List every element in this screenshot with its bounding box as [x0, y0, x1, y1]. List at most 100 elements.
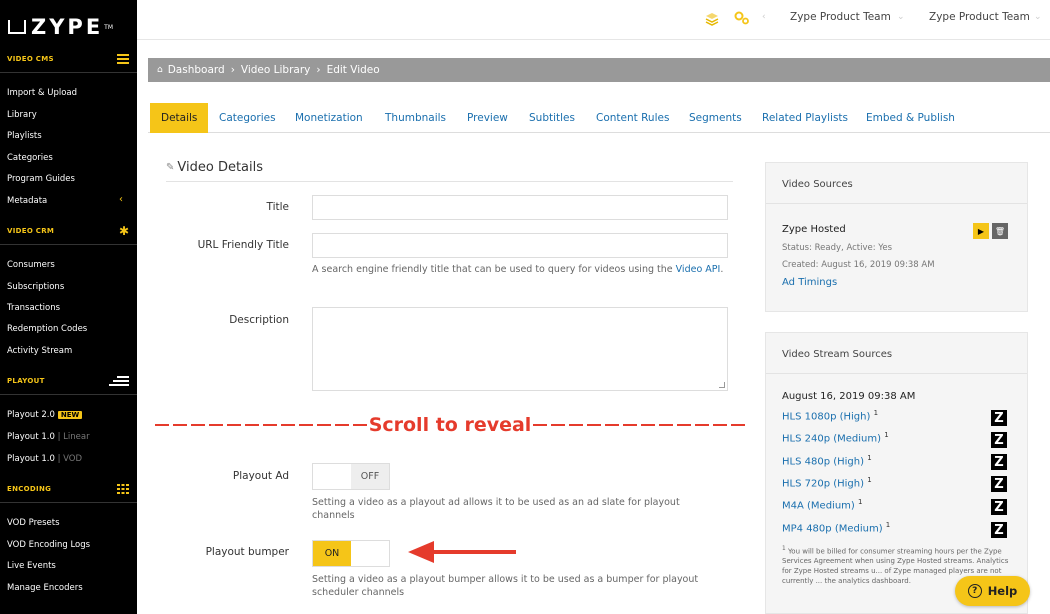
stream-link-label: HLS 480p (High)	[782, 456, 865, 468]
sidebar-item-vod-encoding-logs[interactable]: VOD Encoding Logs	[7, 540, 90, 550]
sidebar-item-import-upload[interactable]: Import & Upload	[7, 88, 77, 98]
user-menu[interactable]: Zype Product Team	[929, 11, 1030, 23]
help-button[interactable]: ? Help	[955, 576, 1030, 606]
section-video-crm[interactable]: VIDEO CRM ✱	[0, 220, 137, 242]
stream-link-mp4-480p[interactable]: MP4 480p (Medium) 1	[782, 521, 890, 534]
red-arrow-annotation-icon	[408, 541, 516, 563]
team-switcher[interactable]: Zype Product Team	[790, 11, 891, 23]
playout-ad-help: Setting a video as a playout ad allows i…	[312, 497, 680, 521]
hamburger-icon[interactable]	[117, 54, 129, 64]
zype-z-icon: Z	[991, 476, 1007, 492]
footnote-mark: 1	[867, 454, 872, 462]
breadcrumb-video-library[interactable]: Video Library	[241, 64, 310, 76]
sidebar-item-playout-1-linear[interactable]: Playout 1.0 | Linear	[7, 432, 90, 442]
stream-link-hls-1080p[interactable]: HLS 1080p (High) 1	[782, 409, 878, 422]
playout-lines-icon	[109, 376, 129, 386]
tab-embed-publish[interactable]: Embed & Publish	[855, 103, 966, 133]
stream-link-label: M4A (Medium)	[782, 500, 855, 512]
sidebar-item-transactions[interactable]: Transactions	[7, 303, 60, 313]
sidebar-item-label: Playout 1.0	[7, 432, 55, 442]
footnote-mark: 1	[884, 431, 889, 439]
dashed-line	[155, 424, 367, 426]
breadcrumb-edit-video: Edit Video	[326, 64, 380, 76]
stream-link-hls-720p[interactable]: HLS 720p (High) 1	[782, 476, 872, 489]
zype-z-icon: Z	[991, 454, 1007, 470]
section-video-cms[interactable]: VIDEO CMS	[0, 48, 137, 70]
play-button[interactable]: ▶	[973, 223, 989, 239]
tab-subtitles[interactable]: Subtitles	[518, 103, 586, 133]
sidebar-item-vod-presets[interactable]: VOD Presets	[7, 518, 60, 528]
video-api-link[interactable]: Video API	[676, 264, 721, 275]
sidebar-item-live-events[interactable]: Live Events	[7, 561, 56, 571]
footnote-mark: 1	[885, 521, 891, 529]
delete-button[interactable]: 🗑	[992, 223, 1008, 239]
sidebar: ZYPE TM VIDEO CMS Import & Upload Librar…	[0, 0, 137, 614]
tab-thumbnails[interactable]: Thumbnails	[374, 103, 457, 133]
stream-link-hls-240p[interactable]: HLS 240p (Medium) 1	[782, 431, 889, 444]
video-stream-sources-panel: Video Stream Sources August 16, 2019 09:…	[765, 332, 1028, 614]
chevron-left-icon[interactable]: ‹	[119, 194, 123, 205]
playout-bumper-toggle[interactable]: ON	[312, 540, 390, 567]
description-label: Description	[229, 314, 289, 326]
sidebar-item-redemption-codes[interactable]: Redemption Codes	[7, 324, 87, 334]
sidebar-item-subscriptions[interactable]: Subscriptions	[7, 282, 64, 292]
tab-details[interactable]: Details	[150, 103, 209, 133]
ad-timings-link[interactable]: Ad Timings	[782, 277, 837, 288]
asterisk-icon: ✱	[118, 224, 129, 238]
chevron-down-icon[interactable]: ‹	[762, 12, 766, 22]
section-encoding[interactable]: ENCODING	[0, 478, 137, 500]
tab-monetization[interactable]: Monetization	[284, 103, 374, 133]
section-divider	[166, 181, 733, 182]
resize-grip-icon[interactable]	[719, 382, 725, 388]
sidebar-item-suffix: | Linear	[57, 432, 90, 442]
playout-ad-toggle[interactable]: OFF	[312, 463, 390, 490]
sidebar-divider	[0, 244, 137, 245]
sidebar-item-metadata[interactable]: Metadata	[7, 196, 47, 206]
toggle-state: ON	[313, 541, 351, 566]
layers-icon[interactable]	[705, 12, 719, 26]
url-friendly-title-input[interactable]	[312, 233, 728, 258]
tab-preview[interactable]: Preview	[456, 103, 519, 133]
zype-logo[interactable]: ZYPE TM	[8, 13, 124, 41]
section-title: ✎ Video Details	[166, 160, 263, 175]
sidebar-item-playout-2[interactable]: Playout 2.0 NEW	[7, 410, 83, 420]
sidebar-item-playout-1-vod[interactable]: Playout 1.0 | VOD	[7, 454, 82, 464]
title-input[interactable]	[312, 195, 728, 220]
source-name: Zype Hosted	[782, 224, 846, 235]
title-label: Title	[266, 201, 289, 213]
sidebar-item-manage-encoders[interactable]: Manage Encoders	[7, 583, 83, 593]
sidebar-item-suffix: | VOD	[57, 454, 83, 464]
sidebar-item-program-guides[interactable]: Program Guides	[7, 174, 75, 184]
section-playout[interactable]: PLAYOUT	[0, 370, 137, 392]
gears-icon[interactable]	[734, 11, 750, 25]
sidebar-divider	[0, 502, 137, 503]
sidebar-divider	[0, 72, 137, 73]
playout-ad-label: Playout Ad	[232, 470, 289, 482]
sidebar-item-library[interactable]: Library	[7, 110, 37, 120]
chevron-down-icon[interactable]: ⌄	[1034, 12, 1042, 22]
top-bar: ‹ Zype Product Team ⌄ Zype Product Team …	[137, 0, 1050, 40]
sidebar-item-categories[interactable]: Categories	[7, 153, 53, 163]
stream-link-m4a[interactable]: M4A (Medium) 1	[782, 498, 862, 511]
scroll-to-reveal-annotation: Scroll to reveal	[155, 414, 745, 436]
toggle-knob	[351, 541, 389, 566]
tab-segments[interactable]: Segments	[678, 103, 753, 133]
home-icon: ⌂	[157, 65, 163, 75]
sidebar-item-activity-stream[interactable]: Activity Stream	[7, 346, 72, 356]
stream-link-hls-480p[interactable]: HLS 480p (High) 1	[782, 454, 872, 467]
sidebar-item-playlists[interactable]: Playlists	[7, 131, 42, 141]
playout-bumper-label: Playout bumper	[205, 546, 289, 558]
sidebar-item-label: Playout 2.0	[7, 410, 55, 420]
tab-content-rules[interactable]: Content Rules	[585, 103, 680, 133]
tab-categories[interactable]: Categories	[208, 103, 287, 133]
tab-related-playlists[interactable]: Related Playlists	[751, 103, 859, 133]
description-textarea[interactable]	[312, 307, 728, 391]
breadcrumb-dashboard[interactable]: Dashboard	[168, 64, 225, 76]
toggle-state: OFF	[351, 464, 389, 489]
url-friendly-title-label: URL Friendly Title	[197, 239, 289, 251]
sidebar-item-consumers[interactable]: Consumers	[7, 260, 55, 270]
zype-z-icon: Z	[991, 499, 1007, 515]
chevron-down-icon[interactable]: ⌄	[897, 12, 905, 22]
section-video-cms-label: VIDEO CMS	[7, 55, 54, 63]
sidebar-item-label: Playout 1.0	[7, 454, 55, 464]
